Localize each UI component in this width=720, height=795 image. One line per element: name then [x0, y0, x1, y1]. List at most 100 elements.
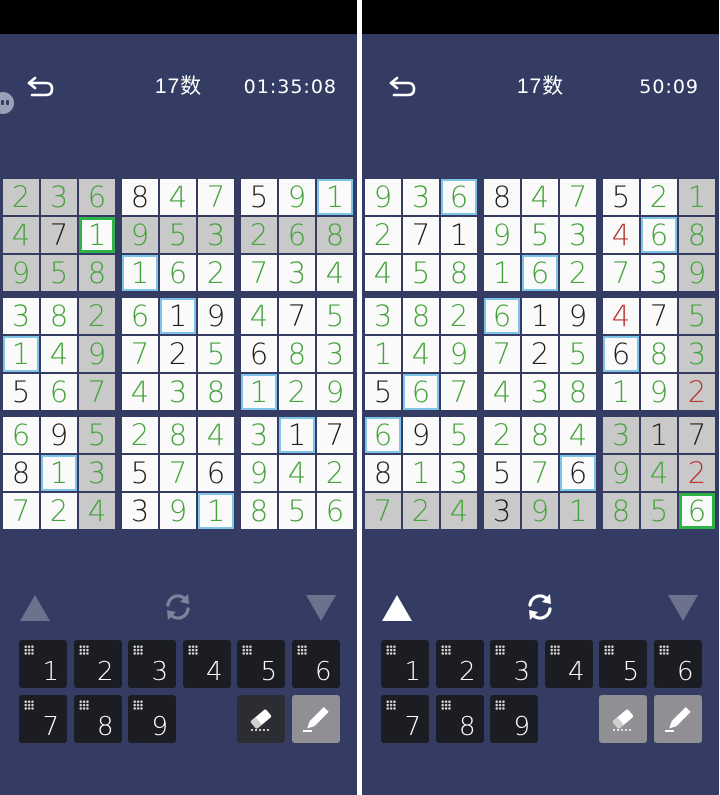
- pencil-button[interactable]: [291, 695, 340, 743]
- grid-cell[interactable]: 3: [641, 255, 677, 291]
- number-key-6[interactable]: 6: [291, 640, 340, 688]
- grid-cell[interactable]: 4: [279, 455, 315, 491]
- number-key-3[interactable]: 3: [490, 640, 538, 688]
- grid-cell[interactable]: 2: [403, 493, 439, 529]
- grid-cell[interactable]: 7: [560, 179, 596, 215]
- grid-cell[interactable]: 8: [41, 298, 77, 334]
- grid-cell[interactable]: 1: [198, 493, 234, 529]
- number-key-4[interactable]: 4: [544, 640, 593, 688]
- grid-cell[interactable]: 8: [160, 417, 196, 453]
- grid-cell[interactable]: 3: [122, 493, 158, 529]
- grid-cell[interactable]: 5: [279, 493, 315, 529]
- grid-cell[interactable]: 4: [641, 455, 677, 491]
- grid-cell[interactable]: 5: [317, 298, 353, 334]
- grid-cell[interactable]: 9: [679, 255, 715, 291]
- grid-cell[interactable]: 1: [560, 493, 596, 529]
- number-key-5[interactable]: 5: [599, 640, 647, 688]
- grid-cell[interactable]: 9: [403, 417, 439, 453]
- grid-cell[interactable]: 3: [679, 336, 715, 372]
- grid-cell[interactable]: 4: [317, 255, 353, 291]
- grid-cell[interactable]: 8: [522, 417, 558, 453]
- grid-cell[interactable]: 5: [403, 255, 439, 291]
- grid-cell[interactable]: 8: [79, 255, 115, 291]
- grid-cell[interactable]: 3: [603, 417, 639, 453]
- grid-cell[interactable]: 1: [365, 336, 401, 372]
- grid-cell[interactable]: 9: [3, 255, 39, 291]
- grid-cell[interactable]: 7: [403, 217, 439, 253]
- grid-cell[interactable]: 7: [484, 336, 520, 372]
- grid-cell[interactable]: 2: [641, 179, 677, 215]
- grid-cell[interactable]: 7: [641, 298, 677, 334]
- grid-cell[interactable]: 1: [641, 417, 677, 453]
- grid-cell[interactable]: 9: [41, 417, 77, 453]
- grid-cell[interactable]: 6: [122, 298, 158, 334]
- grid-cell[interactable]: 3: [279, 255, 315, 291]
- eraser-button[interactable]: [599, 695, 647, 743]
- grid-cell[interactable]: 4: [241, 298, 277, 334]
- grid-cell[interactable]: 8: [403, 298, 439, 334]
- grid-cell[interactable]: 1: [122, 255, 158, 291]
- number-key-6[interactable]: 6: [653, 640, 702, 688]
- grid-cell[interactable]: 2: [441, 298, 477, 334]
- grid-cell[interactable]: 9: [441, 336, 477, 372]
- grid-cell[interactable]: 6: [279, 217, 315, 253]
- grid-cell[interactable]: 3: [79, 455, 115, 491]
- grid-cell[interactable]: 6: [241, 336, 277, 372]
- grid-cell[interactable]: 7: [160, 455, 196, 491]
- grid-cell[interactable]: 7: [41, 217, 77, 253]
- grid-cell[interactable]: 5: [241, 179, 277, 215]
- number-key-8[interactable]: 8: [435, 695, 484, 743]
- grid-cell[interactable]: 3: [3, 298, 39, 334]
- grid-cell[interactable]: 9: [160, 493, 196, 529]
- grid-cell[interactable]: 2: [484, 417, 520, 453]
- grid-cell[interactable]: 4: [160, 179, 196, 215]
- grid-cell[interactable]: 7: [122, 336, 158, 372]
- grid-cell[interactable]: 7: [241, 255, 277, 291]
- grid-cell[interactable]: 6: [198, 455, 234, 491]
- grid-cell[interactable]: 9: [641, 374, 677, 410]
- grid-cell[interactable]: 5: [641, 493, 677, 529]
- number-key-2[interactable]: 2: [435, 640, 484, 688]
- triangle-up-icon[interactable]: [380, 593, 414, 628]
- grid-cell[interactable]: 9: [560, 298, 596, 334]
- grid-cell[interactable]: 1: [41, 455, 77, 491]
- refresh-icon[interactable]: [523, 590, 557, 624]
- grid-cell[interactable]: 4: [603, 298, 639, 334]
- grid-cell[interactable]: 7: [603, 255, 639, 291]
- grid-cell[interactable]: 4: [403, 336, 439, 372]
- number-key-2[interactable]: 2: [73, 640, 122, 688]
- number-key-5[interactable]: 5: [237, 640, 285, 688]
- grid-cell[interactable]: 2: [279, 374, 315, 410]
- number-key-4[interactable]: 4: [182, 640, 231, 688]
- grid-cell[interactable]: 5: [679, 298, 715, 334]
- grid-cell[interactable]: 2: [198, 255, 234, 291]
- grid-cell[interactable]: 5: [484, 455, 520, 491]
- grid-cell[interactable]: 2: [122, 417, 158, 453]
- grid-cell[interactable]: 6: [403, 374, 439, 410]
- eraser-button[interactable]: [237, 695, 285, 743]
- grid-cell[interactable]: 6: [484, 298, 520, 334]
- grid-cell[interactable]: 2: [317, 455, 353, 491]
- grid-cell[interactable]: 7: [198, 179, 234, 215]
- triangle-down-icon[interactable]: [304, 593, 338, 628]
- grid-cell[interactable]: 3: [41, 179, 77, 215]
- grid-cell[interactable]: 9: [365, 179, 401, 215]
- grid-cell[interactable]: 2: [79, 298, 115, 334]
- grid-cell[interactable]: 6: [522, 255, 558, 291]
- grid-cell[interactable]: 5: [122, 455, 158, 491]
- grid-cell[interactable]: 5: [603, 179, 639, 215]
- grid-cell[interactable]: 8: [198, 374, 234, 410]
- grid-cell[interactable]: 1: [603, 374, 639, 410]
- grid-cell[interactable]: 9: [122, 217, 158, 253]
- grid-cell[interactable]: 8: [365, 455, 401, 491]
- pencil-button[interactable]: [653, 695, 702, 743]
- grid-cell[interactable]: 6: [641, 217, 677, 253]
- grid-cell[interactable]: 5: [160, 217, 196, 253]
- grid-cell[interactable]: 4: [365, 255, 401, 291]
- number-key-3[interactable]: 3: [128, 640, 176, 688]
- grid-cell[interactable]: 3: [365, 298, 401, 334]
- grid-cell[interactable]: 9: [522, 493, 558, 529]
- grid-cell[interactable]: 4: [41, 336, 77, 372]
- grid-cell[interactable]: 1: [403, 455, 439, 491]
- grid-cell[interactable]: 5: [41, 255, 77, 291]
